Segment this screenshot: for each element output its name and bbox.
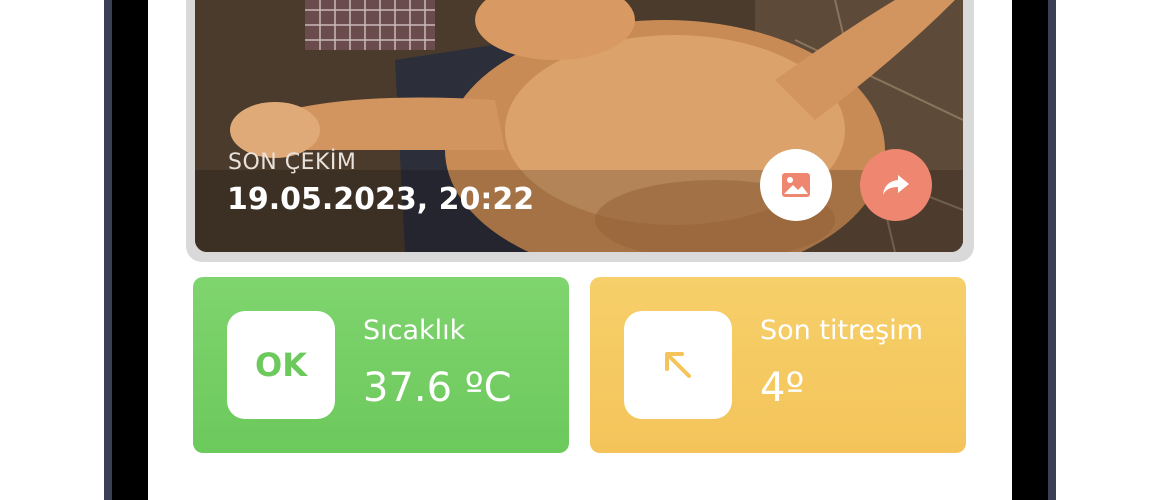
last-capture-datetime: 19.05.2023, 20:22 <box>227 182 535 217</box>
temperature-label: Sıcaklık <box>363 315 466 346</box>
vibration-label: Son titreşim <box>760 315 924 346</box>
vibration-card[interactable]: Son titreşim 4º <box>590 277 966 453</box>
temperature-card[interactable]: OK Sıcaklık 37.6 ºC <box>193 277 569 453</box>
phone-frame-left <box>104 0 148 500</box>
temperature-status-box: OK <box>227 311 335 419</box>
arrow-up-left-icon <box>665 352 691 378</box>
image-icon <box>782 173 810 197</box>
phone-frame-right <box>1012 0 1056 500</box>
ok-status-badge: OK <box>255 346 307 384</box>
share-button[interactable] <box>860 149 932 221</box>
gallery-button[interactable] <box>760 149 832 221</box>
vibration-value: 4º <box>760 365 805 411</box>
last-capture-label: SON ÇEKİM <box>228 150 357 175</box>
vibration-icon-box <box>624 311 732 419</box>
temperature-value: 37.6 ºC <box>363 365 512 411</box>
share-icon <box>883 175 909 195</box>
